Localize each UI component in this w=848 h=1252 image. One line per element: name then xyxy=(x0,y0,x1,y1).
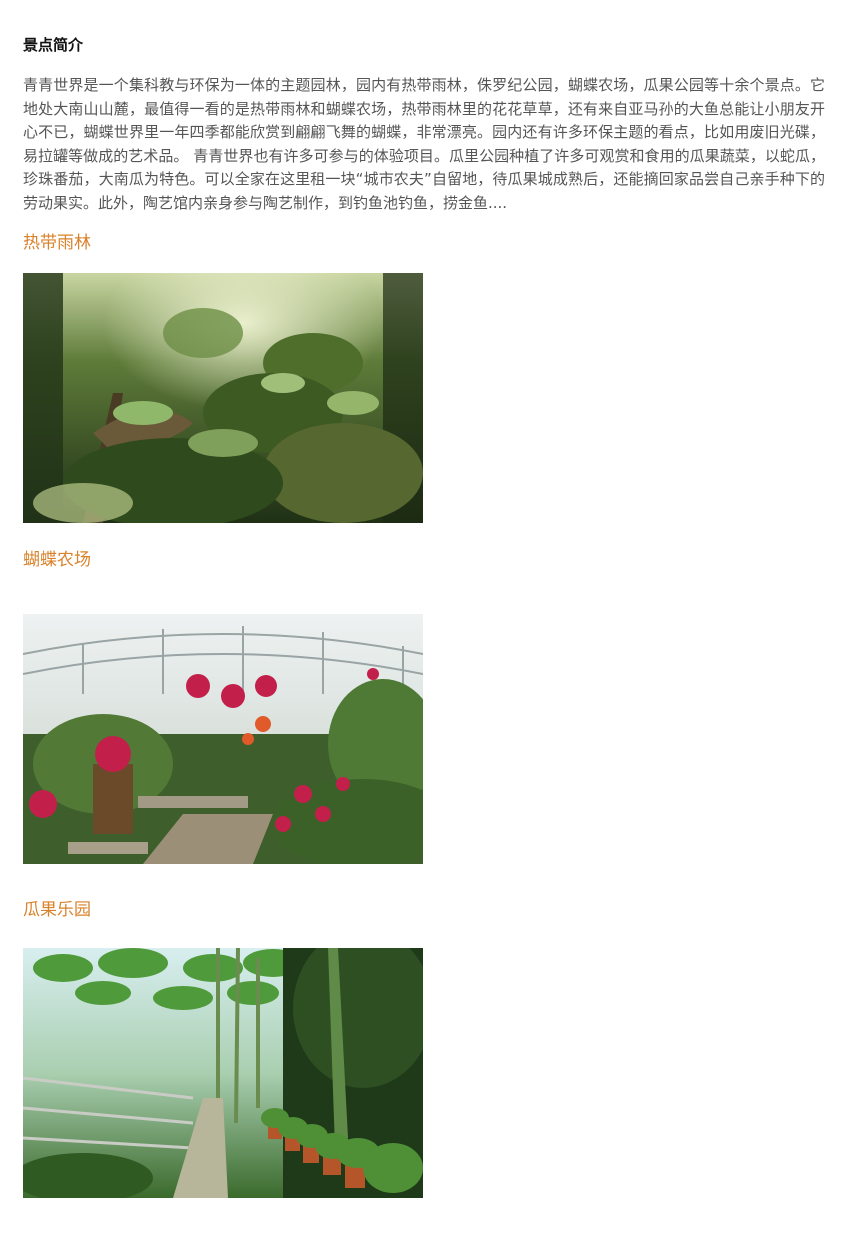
intro-paragraph: 青青世界是一个集科教与环保为一体的主题园林，园内有热带雨林，侏罗纪公园，蝴蝶农场… xyxy=(23,76,825,212)
spot-title-fruit-park: 瓜果乐园 xyxy=(23,900,91,920)
butterfly-farm-photo xyxy=(23,614,423,864)
spot-title-butterfly-farm: 蝴蝶农场 xyxy=(23,550,91,570)
fruit-park-photo xyxy=(23,948,423,1198)
rainforest-photo xyxy=(23,273,423,523)
section-title: 景点简介 xyxy=(23,36,84,54)
spot-title-rainforest: 热带雨林 xyxy=(23,233,91,253)
